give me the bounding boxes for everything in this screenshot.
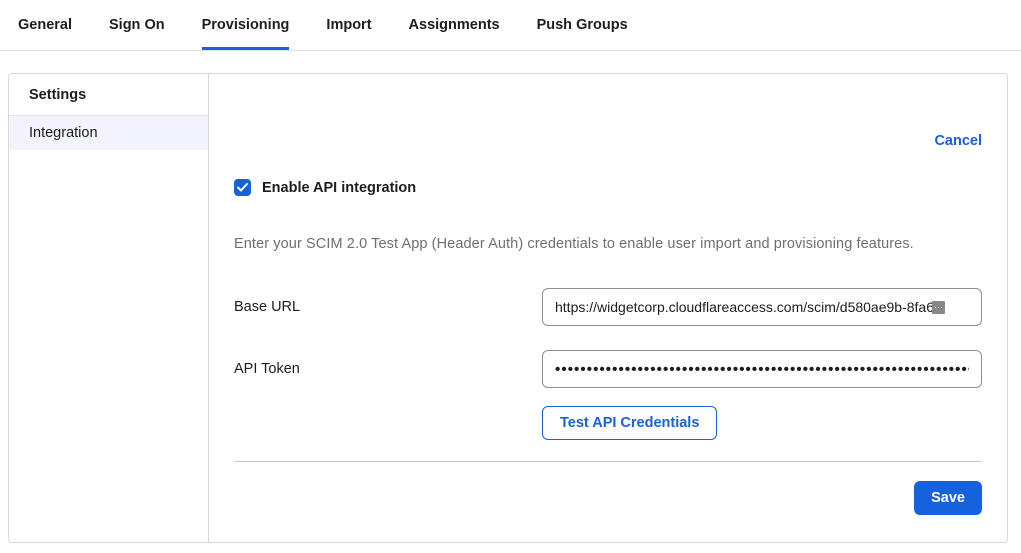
test-credentials-row: Test API Credentials xyxy=(542,406,982,440)
form-header-actions: Cancel xyxy=(234,132,982,150)
test-api-credentials-button[interactable]: Test API Credentials xyxy=(542,406,717,440)
enable-api-integration-checkbox[interactable] xyxy=(234,179,251,196)
cancel-button[interactable]: Cancel xyxy=(934,133,982,149)
base-url-row: Base URL https://widgetcorp.cloudflareac… xyxy=(234,288,982,326)
app-tab-bar: General Sign On Provisioning Import Assi… xyxy=(0,0,1021,51)
base-url-label: Base URL xyxy=(234,299,542,315)
checkmark-icon xyxy=(237,183,248,192)
api-token-input[interactable]: ••••••••••••••••••••••••••••••••••••••••… xyxy=(542,350,982,388)
save-button[interactable]: Save xyxy=(914,481,982,515)
credentials-description: Enter your SCIM 2.0 Test App (Header Aut… xyxy=(234,236,982,252)
enable-api-integration-label: Enable API integration xyxy=(262,180,416,196)
tab-import[interactable]: Import xyxy=(326,0,371,50)
tab-sign-on[interactable]: Sign On xyxy=(109,0,165,50)
form-footer-actions: Save xyxy=(234,481,982,515)
api-token-masked-value: ••••••••••••••••••••••••••••••••••••••••… xyxy=(555,361,969,378)
integration-form: Cancel Enable API integration Enter your… xyxy=(209,74,1007,542)
settings-sidebar: Settings Integration xyxy=(9,74,209,542)
provisioning-panel: Settings Integration Cancel Enable API i… xyxy=(8,73,1008,543)
api-token-row: API Token ••••••••••••••••••••••••••••••… xyxy=(234,350,982,388)
sidebar-item-integration[interactable]: Integration xyxy=(9,116,208,150)
tab-push-groups[interactable]: Push Groups xyxy=(537,0,628,50)
sidebar-header: Settings xyxy=(9,74,208,116)
footer-divider xyxy=(234,461,982,462)
text-truncation-marker: ⋯ xyxy=(932,301,945,314)
tab-assignments[interactable]: Assignments xyxy=(409,0,500,50)
api-token-label: API Token xyxy=(234,361,542,377)
tab-provisioning[interactable]: Provisioning xyxy=(202,0,290,50)
enable-api-integration-row: Enable API integration xyxy=(234,179,982,196)
tab-general[interactable]: General xyxy=(18,0,72,50)
base-url-input[interactable]: https://widgetcorp.cloudflareaccess.com/… xyxy=(542,288,982,326)
base-url-value: https://widgetcorp.cloudflareaccess.com/… xyxy=(555,299,934,315)
